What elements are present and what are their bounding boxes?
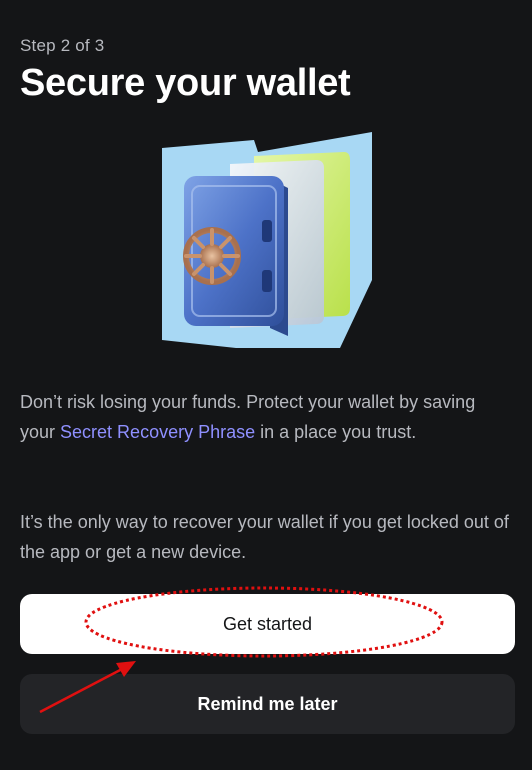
secret-recovery-phrase-link[interactable]: Secret Recovery Phrase [60, 422, 255, 442]
description-text-end: in a place you trust. [255, 422, 417, 442]
description-paragraph: Don’t risk losing your funds. Protect yo… [20, 387, 512, 447]
recovery-info-paragraph: It’s the only way to recover your wallet… [20, 512, 509, 562]
step-indicator: Step 2 of 3 [20, 36, 105, 55]
get-started-button[interactable]: Get started [20, 594, 515, 654]
safe-illustration [158, 130, 376, 348]
remind-me-later-button[interactable]: Remind me later [20, 674, 515, 734]
red-annotation-overlay [39, 586, 444, 714]
page-title: Secure your wallet [20, 62, 351, 104]
